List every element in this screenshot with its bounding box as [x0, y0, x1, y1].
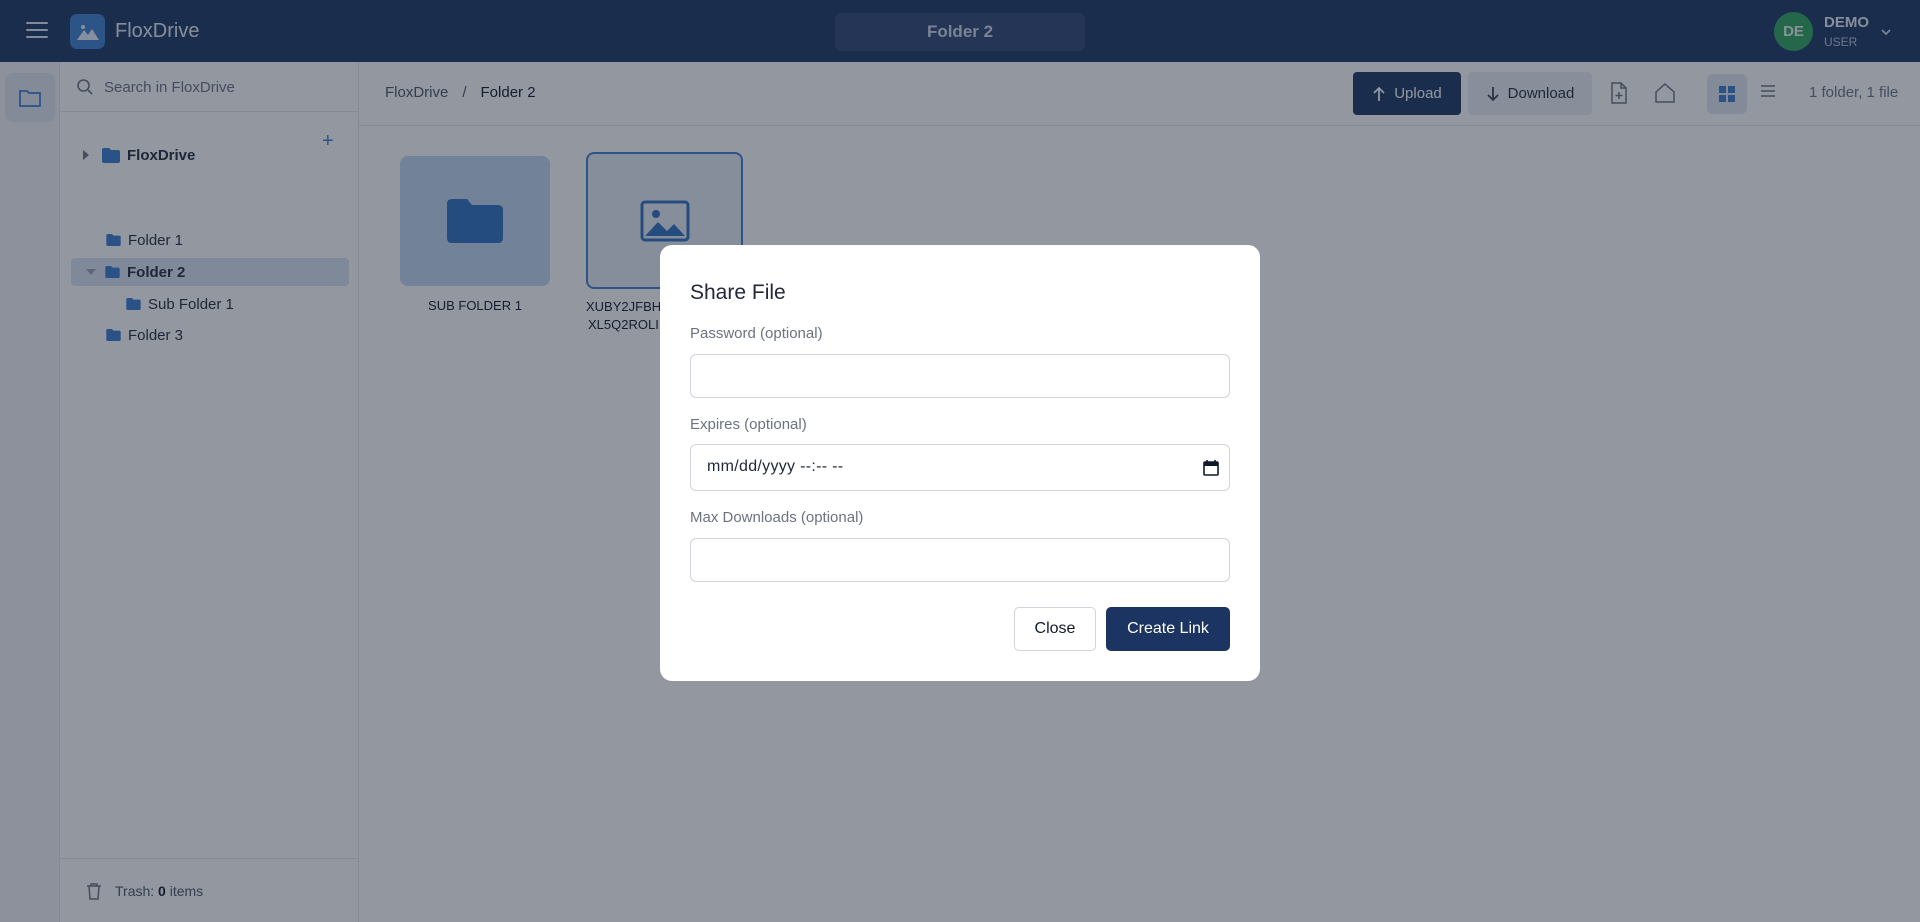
close-button[interactable]: Close [1014, 607, 1096, 651]
expires-label: Expires (optional) [690, 416, 807, 433]
expires-placeholder: mm/dd/yyyy --:-- -- [707, 458, 844, 475]
password-field-wrapper [690, 354, 1230, 398]
create-link-button[interactable]: Create Link [1106, 607, 1230, 651]
share-file-dialog: Share File Password (optional) Expires (… [660, 245, 1260, 681]
expires-field[interactable]: mm/dd/yyyy --:-- -- [690, 444, 1230, 491]
max-downloads-label: Max Downloads (optional) [690, 509, 864, 526]
max-downloads-field[interactable] [691, 539, 1229, 581]
calendar-icon[interactable] [1203, 459, 1219, 476]
password-label: Password (optional) [690, 325, 823, 342]
dialog-title: Share File [690, 281, 786, 304]
max-downloads-field-wrapper [690, 538, 1230, 582]
password-field[interactable] [691, 355, 1229, 397]
